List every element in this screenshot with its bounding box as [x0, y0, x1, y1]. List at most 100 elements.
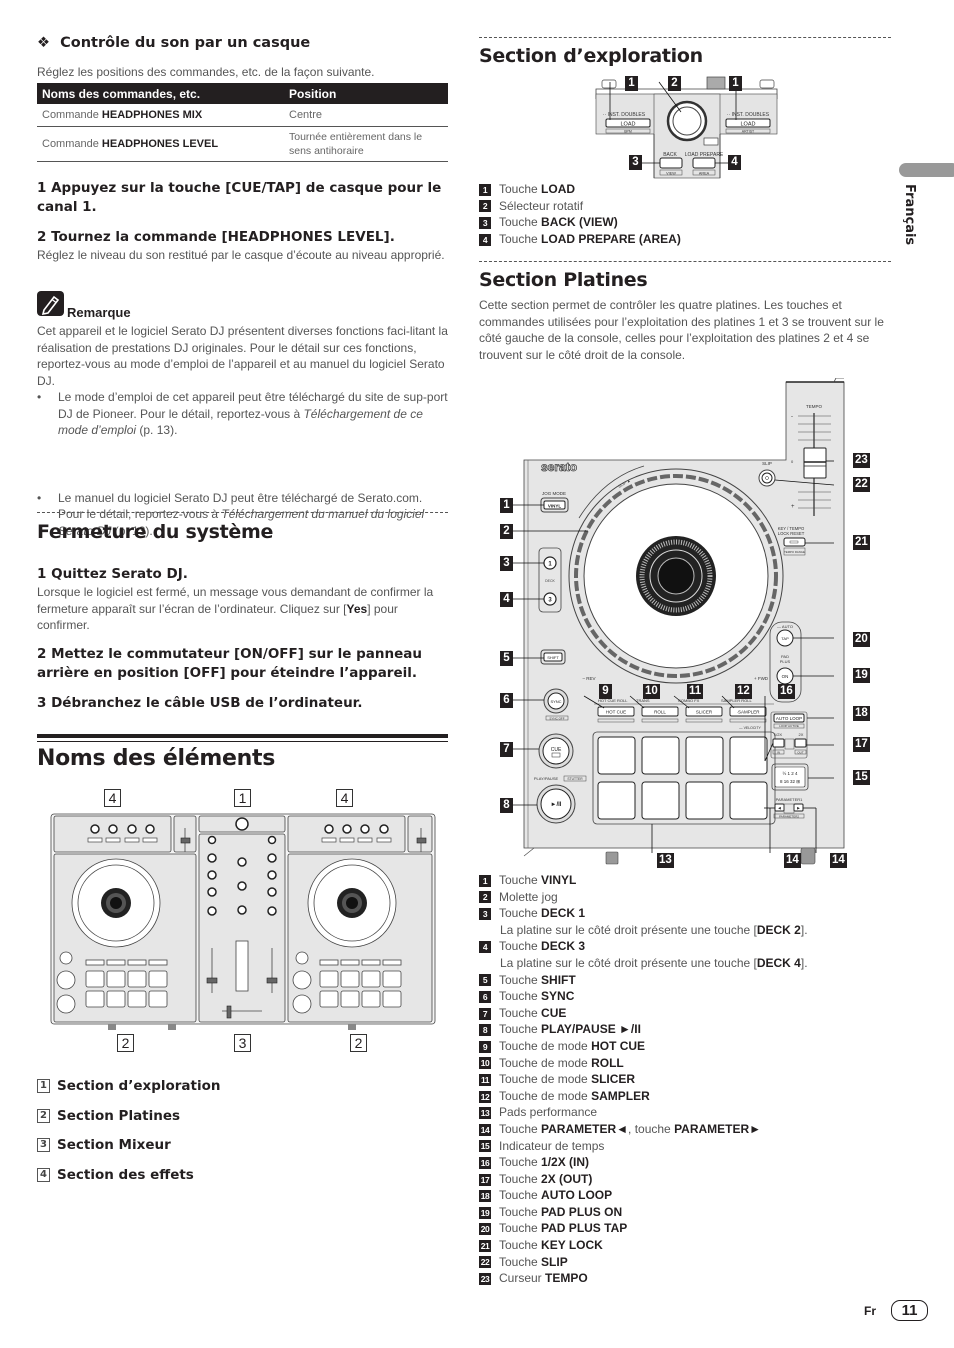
legend-number-badge: 7	[479, 1007, 491, 1020]
legend-item: 8 Touche PLAY/PAUSE ►/II	[479, 1021, 808, 1038]
svg-text:1/2X: 1/2X	[774, 732, 783, 737]
table-cell: Tournée entièrement dans le sens antihor…	[284, 126, 448, 162]
legend-number-badge: 17	[479, 1173, 491, 1186]
shutdown-heading: Fermeture du système	[37, 521, 274, 543]
legend-number-badge: 5	[479, 974, 491, 987]
shutdown-step-1-body: Lorsque le logiciel est fermé, un messag…	[37, 585, 434, 632]
load-label: LOAD	[621, 122, 636, 128]
section-divider	[37, 512, 448, 513]
svg-text:SLICER: SLICER	[696, 710, 713, 715]
callout-17: 17	[853, 737, 870, 752]
svg-text:◄: ◄	[777, 806, 781, 811]
callout-3: 3	[629, 155, 642, 170]
callout-5: 5	[500, 651, 513, 666]
callout-4: 4	[728, 155, 741, 170]
callout-14: 14	[784, 853, 801, 868]
svg-text:ARTIST: ARTIST	[742, 130, 755, 134]
svg-text:ROLL: ROLL	[654, 710, 666, 715]
legend-item: 6 Touche SYNC	[479, 988, 808, 1005]
legend-number-badge: 21	[479, 1239, 491, 1252]
table-header-row: Noms des commandes, etc. Position	[37, 83, 448, 104]
legend-number-badge: 22	[479, 1256, 491, 1269]
table-row: Commande HEADPHONES LEVEL Tournée entièr…	[37, 126, 448, 162]
svg-text:►/II: ►/II	[551, 802, 562, 808]
callout-10: 10	[643, 684, 660, 699]
svg-text:BPM: BPM	[624, 130, 632, 134]
legend-item: 2 Molette jog	[479, 889, 808, 906]
svg-text:½ 1 2 4: ½ 1 2 4	[782, 770, 798, 776]
callout-18: 18	[853, 706, 870, 721]
legend-item: 9 Touche de mode HOT CUE	[479, 1038, 808, 1055]
decks-intro: Cette section permet de contrôler les qu…	[479, 298, 884, 362]
legend-number-badge: 16	[479, 1156, 491, 1169]
legend-number-badge: 10	[479, 1057, 491, 1070]
callout-1: 1	[729, 76, 742, 91]
headphones-step-1: 1 Appuyez sur la touche [CUE/TAP] de cas…	[37, 180, 442, 215]
svg-text:AREA: AREA	[699, 171, 710, 175]
callout-16: 16	[778, 684, 795, 699]
language-tab-bar	[899, 163, 954, 177]
diagram-label-browse: 1	[234, 789, 251, 807]
section-divider	[479, 37, 891, 38]
svg-text:— VELOCITY: — VELOCITY	[739, 726, 761, 730]
callout-12: 12	[735, 684, 752, 699]
callout-21: 21	[853, 535, 870, 550]
elements-list: 1 Section d’exploration 2 Section Platines…	[37, 1077, 221, 1196]
legend-number-badge: 20	[479, 1223, 491, 1236]
svg-text:SYNC: SYNC	[550, 699, 561, 704]
note-title: Remarque	[67, 305, 131, 320]
legend-item: 22 Touche SLIP	[479, 1254, 568, 1269]
headphones-heading: ❖ Contrôle du son par un casque	[37, 35, 311, 51]
legend-item-note: La platine sur le côté droit présente un…	[500, 955, 808, 970]
callout-2: 2	[668, 76, 681, 91]
browse-heading: Section d’exploration	[479, 45, 703, 67]
legend-item: 23 Curseur TEMPO	[479, 1271, 588, 1286]
legend-item: 1 Touche LOAD	[479, 181, 681, 198]
legend-number-badge: 9	[479, 1040, 491, 1053]
vinyl-label: VINYL	[548, 504, 562, 509]
shutdown-step-3: 3 Débranchez le câble USB de l’ordinateu…	[37, 695, 363, 711]
svg-text:ON: ON	[782, 674, 789, 679]
controller-overview-diagram	[50, 813, 436, 1030]
table-cell: Commande HEADPHONES MIX	[37, 104, 284, 127]
list-item: 1 Section d’exploration	[37, 1077, 221, 1107]
diagram-label-effects: 4	[336, 789, 353, 807]
legend-number-badge: 2	[479, 891, 491, 904]
legend-number-badge: 23	[479, 1273, 491, 1286]
legend-item: 4 Touche LOAD PREPARE (AREA)	[479, 231, 681, 248]
table-cell: Commande HEADPHONES LEVEL	[37, 126, 284, 162]
list-item: 4 Section des effets	[37, 1166, 221, 1196]
browse-section-diagram: ·· INST. DOUBLES LOAD BPM ·· INST. DOUBL…	[595, 76, 778, 179]
svg-text:AUTO LOOP: AUTO LOOP	[776, 716, 802, 721]
legend-item: 11 Touche de mode SLICER	[479, 1072, 636, 1087]
svg-text:►: ►	[796, 806, 800, 811]
legend-item: 15 Indicateur de temps	[479, 1138, 605, 1153]
svg-text:2X: 2X	[799, 732, 804, 737]
callout-20: 20	[853, 632, 870, 647]
legend-item: 5 Touche SHIFT	[479, 972, 808, 989]
diamond-bullet-icon: ❖	[37, 35, 50, 51]
svg-text:LOOP ACTIVE: LOOP ACTIVE	[779, 724, 799, 728]
back-label: BACK	[663, 152, 677, 158]
jog-mode-label: JOG MODE	[542, 491, 566, 496]
callout-11: 11	[687, 684, 704, 699]
decks-legend: 1 Touche VINYL 2 Molette jog 3 Touche DECK 1L…	[479, 872, 808, 1287]
svg-text:OUT: OUT	[797, 750, 804, 754]
note-body: Cet appareil et le logiciel Serato DJ pr…	[37, 324, 448, 388]
legend-item: 16 Touche 1/2X (IN)	[479, 1155, 590, 1170]
section-divider	[479, 261, 891, 262]
table-header: Noms des commandes, etc.	[37, 83, 284, 104]
pencil-note-icon	[37, 291, 64, 316]
shutdown-step-2: 2 Mettez le commutateur [ON/OFF] sur le …	[37, 646, 422, 681]
browse-legend: 1 Touche LOAD 2 Sélecteur rotatif 3 Touche …	[479, 181, 681, 247]
svg-text:TAP: TAP	[781, 636, 789, 641]
legend-number-badge: 1	[479, 874, 491, 887]
svg-text:LOCK RESET: LOCK RESET	[778, 531, 805, 536]
chapter-rule-thin	[37, 741, 448, 742]
legend-item: 3 Touche DECK 1	[479, 905, 808, 922]
page-number: 11	[891, 1300, 928, 1321]
legend-item: 19 Touche PAD PLUS ON	[479, 1204, 623, 1219]
svg-text:·SAMPLER: ·SAMPLER	[736, 710, 760, 715]
callout-22: 22	[853, 477, 870, 492]
legend-item: 13 Pads performance	[479, 1105, 598, 1120]
